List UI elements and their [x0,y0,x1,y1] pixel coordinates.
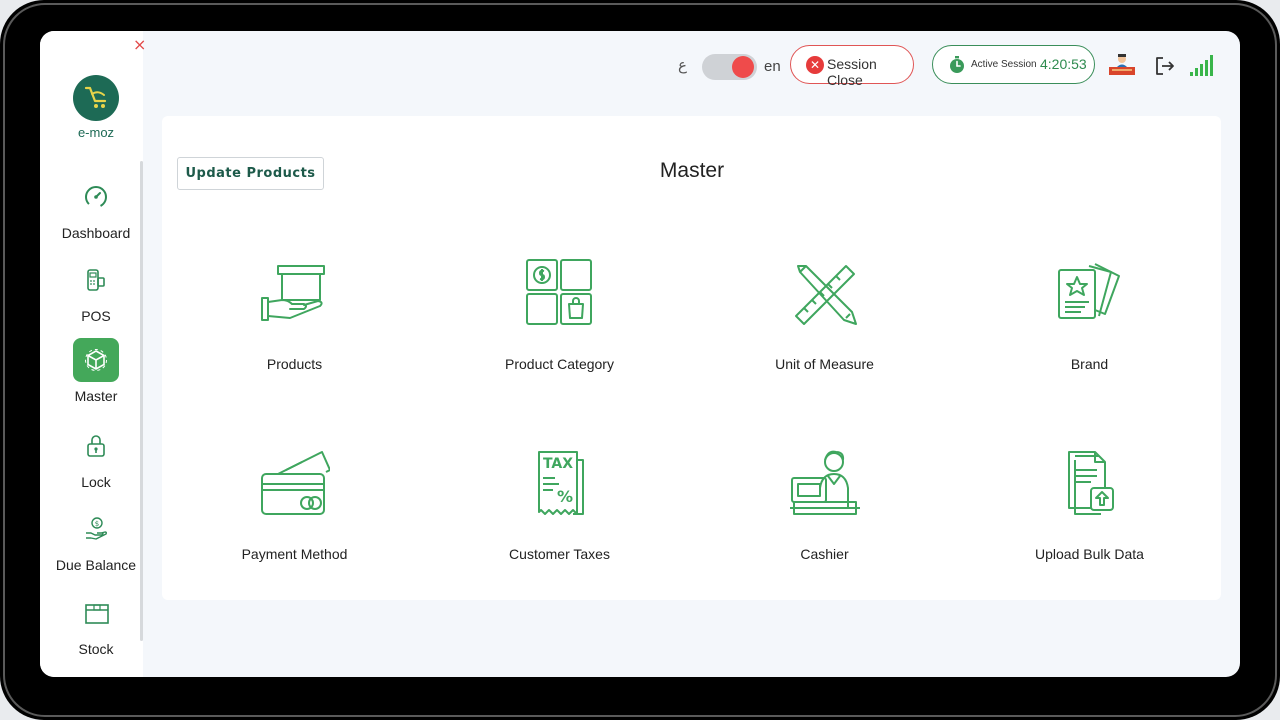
sidebar-item-label: Dashboard [61,225,131,241]
svg-text:%: % [557,487,573,506]
active-session-timer: 4:20:53 [1040,56,1087,72]
tile-brand[interactable]: Brand [957,258,1222,438]
products-box-hand-icon [260,258,330,328]
session-close-label: Session Close [827,56,877,88]
sidebar-close-icon[interactable]: × [133,37,146,53]
payment-cards-icon [260,448,331,518]
dashboard-gauge-icon [73,175,119,219]
lock-icon [73,424,119,468]
stopwatch-icon [950,56,964,73]
logo-icon [73,75,119,121]
app-screen: × e-moz Dashboard POS Master Lock $ Due … [40,31,1240,677]
sidebar-item-master[interactable]: Master [40,338,152,404]
logout-icon[interactable] [1154,55,1176,81]
toggle-knob [732,56,754,78]
pos-terminal-icon [73,258,119,302]
signal-strength-icon [1190,53,1216,81]
tile-label: Brand [1070,356,1109,372]
tile-label: Payment Method [241,546,348,562]
sidebar-item-label: Due Balance [55,557,137,573]
language-english-label: en [764,58,781,75]
sidebar-scrollbar[interactable] [140,161,143,641]
cashier-avatar-icon[interactable] [1109,53,1135,77]
tile-label: Upload Bulk Data [1035,546,1144,562]
sidebar-item-label: POS [81,308,111,324]
brand-cards-icon [1055,258,1125,328]
tile-upload-bulk-data[interactable]: Upload Bulk Data [957,448,1222,628]
master-cube-icon [73,338,119,382]
sidebar: × e-moz Dashboard POS Master Lock $ Due … [40,31,146,677]
logo-text: e-moz [77,125,115,140]
tile-label: Product Category [505,356,614,372]
update-products-button[interactable]: Update Products [177,157,324,190]
product-category-grid-icon [525,258,595,328]
sidebar-item-due-balance[interactable]: $ Due Balance [40,507,152,573]
language-arabic-label: ع [678,56,687,74]
page-title: Master [659,159,725,182]
svg-text:$: $ [95,520,99,528]
cashier-icon [790,448,860,518]
sidebar-item-label: Stock [78,641,114,657]
customer-taxes-icon: TAX % [525,448,595,518]
language-toggle[interactable] [702,54,757,80]
close-circle-icon: ✕ [806,56,824,74]
sidebar-item-stock[interactable]: Stock [40,591,152,657]
sidebar-item-lock[interactable]: Lock [40,424,152,490]
tile-cashier[interactable]: Cashier [692,448,957,628]
master-panel: Update Products Master Products Product … [162,116,1221,600]
tile-label: Cashier [800,546,849,562]
tile-label: Customer Taxes [509,546,610,562]
sidebar-item-label: Lock [81,474,111,490]
due-balance-icon: $ [73,507,119,551]
tile-label: Unit of Measure [775,356,874,372]
session-close-button[interactable]: ✕ Session Close [790,45,914,88]
stock-box-icon [73,591,119,635]
active-session-badge: Active Session 4:20:53 [932,45,1095,84]
sidebar-item-label: Master [74,388,118,404]
sidebar-item-dashboard[interactable]: Dashboard [40,175,152,241]
svg-text:TAX: TAX [543,456,573,472]
upload-bulk-data-icon [1055,448,1125,518]
tile-label: Products [266,356,323,372]
active-session-label: Active Session [971,59,1037,70]
unit-of-measure-ruler-icon [790,258,860,328]
tile-product-category[interactable]: Product Category [427,258,692,438]
tile-payment-method[interactable]: Payment Method [162,448,427,628]
tile-customer-taxes[interactable]: TAX % Customer Taxes [427,448,692,628]
sidebar-item-pos[interactable]: POS [40,258,152,324]
tablet-frame: × e-moz Dashboard POS Master Lock $ Due … [0,0,1280,720]
tile-products[interactable]: Products [162,258,427,438]
tile-unit-of-measure[interactable]: Unit of Measure [692,258,957,438]
